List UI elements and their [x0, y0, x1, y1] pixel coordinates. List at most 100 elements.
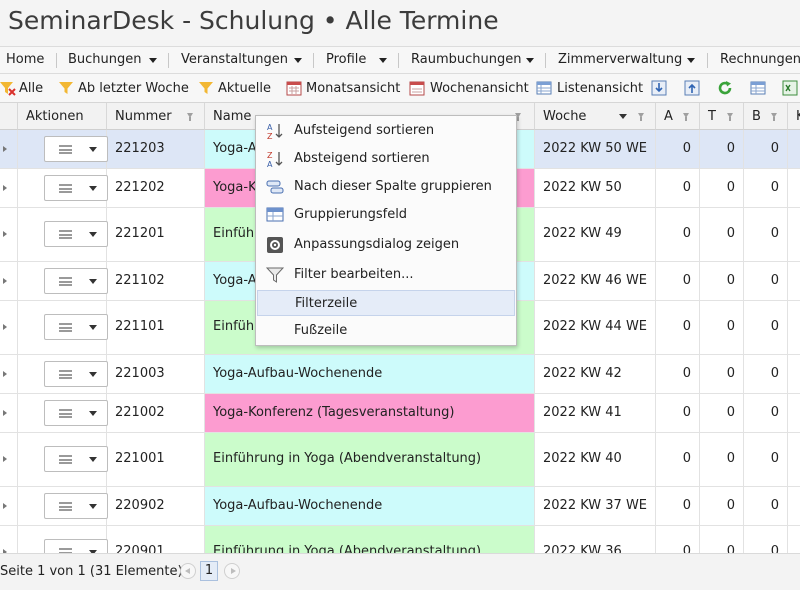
nummer-cell[interactable]: 221102 [107, 262, 205, 300]
a-cell[interactable]: 0 [656, 169, 700, 207]
name-cell[interactable]: Yoga-Konferenz (Tagesveranstaltung) [205, 394, 535, 432]
menu-item-sort-ascending[interactable]: A Z Aufsteigend sortieren [257, 118, 515, 144]
nummer-cell[interactable]: 221101 [107, 301, 205, 354]
nummer-cell[interactable]: 221201 [107, 208, 205, 261]
a-cell[interactable]: 0 [656, 433, 700, 486]
b-cell[interactable]: 0 [744, 169, 788, 207]
menu-item-edit-filter[interactable]: Filter bearbeiten... [257, 262, 515, 288]
t-cell[interactable]: 0 [700, 208, 744, 261]
expand-arrow-icon[interactable] [3, 503, 7, 509]
a-cell[interactable]: 0 [656, 487, 700, 525]
b-cell[interactable]: 0 [744, 208, 788, 261]
menu-buchungen[interactable]: Buchungen [68, 47, 142, 73]
column-filter-icon[interactable] [638, 113, 644, 121]
k-cell[interactable] [788, 526, 800, 553]
b-cell[interactable]: 0 [744, 433, 788, 486]
menu-rechnungen[interactable]: Rechnungen [720, 47, 800, 73]
menu-item-group-by-column[interactable]: Nach dieser Spalte gruppieren [257, 174, 515, 200]
t-cell[interactable]: 0 [700, 394, 744, 432]
menu-home[interactable]: Home [6, 47, 44, 73]
a-cell[interactable]: 0 [656, 394, 700, 432]
b-cell[interactable]: 0 [744, 526, 788, 553]
week-view-button[interactable]: Wochenansicht [409, 74, 529, 102]
k-cell[interactable] [788, 208, 800, 261]
woche-cell[interactable]: 2022 KW 44 WE [535, 301, 656, 354]
filter-all-button[interactable]: Alle [0, 74, 48, 102]
column-filter-icon[interactable] [683, 113, 689, 121]
table-row[interactable]: 220901 Einführung in Yoga (Abendveransta… [0, 526, 800, 553]
expand-arrow-icon[interactable] [3, 185, 7, 191]
t-cell[interactable]: 0 [700, 169, 744, 207]
t-cell[interactable]: 0 [700, 526, 744, 553]
header-aktionen[interactable]: Aktionen [18, 103, 107, 130]
column-filter-icon[interactable] [771, 113, 777, 121]
menu-profile[interactable]: Profile [326, 47, 366, 73]
column-filter-icon[interactable] [727, 113, 733, 121]
a-cell[interactable]: 0 [656, 130, 700, 168]
refresh-icon[interactable] [717, 80, 733, 96]
column-filter-icon[interactable] [187, 113, 193, 121]
b-cell[interactable]: 0 [744, 262, 788, 300]
month-view-button[interactable]: Monatsansicht [286, 74, 400, 102]
woche-cell[interactable]: 2022 KW 50 WE [535, 130, 656, 168]
k-cell[interactable] [788, 262, 800, 300]
b-cell[interactable]: 0 [744, 355, 788, 393]
t-cell[interactable]: 0 [700, 130, 744, 168]
t-cell[interactable]: 0 [700, 355, 744, 393]
woche-cell[interactable]: 2022 KW 49 [535, 208, 656, 261]
header-k[interactable]: K [788, 103, 800, 130]
menu-item-sort-descending[interactable]: Z A Absteigend sortieren [257, 146, 515, 172]
header-nummer[interactable]: Nummer [107, 103, 205, 130]
header-a[interactable]: A [656, 103, 700, 130]
a-cell[interactable]: 0 [656, 526, 700, 553]
list-view-button[interactable]: Listenansicht [536, 74, 643, 102]
woche-cell[interactable]: 2022 KW 46 WE [535, 262, 656, 300]
t-cell[interactable]: 0 [700, 487, 744, 525]
woche-cell[interactable]: 2022 KW 50 [535, 169, 656, 207]
table-row[interactable]: 221001 Einführung in Yoga (Abendveransta… [0, 433, 800, 487]
b-cell[interactable]: 0 [744, 394, 788, 432]
menu-raumbuchungen-chevron-down-icon[interactable] [526, 58, 534, 63]
woche-cell[interactable]: 2022 KW 42 [535, 355, 656, 393]
row-actions-dropdown[interactable] [44, 539, 108, 553]
woche-cell[interactable]: 2022 KW 36 [535, 526, 656, 553]
nummer-cell[interactable]: 221001 [107, 433, 205, 486]
row-actions-dropdown[interactable] [44, 361, 108, 387]
row-actions-dropdown[interactable] [44, 175, 108, 201]
woche-cell[interactable]: 2022 KW 40 [535, 433, 656, 486]
k-cell[interactable] [788, 433, 800, 486]
a-cell[interactable]: 0 [656, 301, 700, 354]
k-cell[interactable] [788, 130, 800, 168]
expand-arrow-icon[interactable] [3, 278, 7, 284]
header-woche[interactable]: Woche [535, 103, 656, 130]
header-b[interactable]: B [744, 103, 788, 130]
name-cell[interactable]: Yoga-Aufbau-Wochenende [205, 487, 535, 525]
menu-item-filter-row[interactable]: Filterzeile [257, 290, 515, 316]
nummer-cell[interactable]: 221203 [107, 130, 205, 168]
menu-item-customize-dialog[interactable]: Anpassungsdialog zeigen [257, 232, 515, 258]
menu-profile-chevron-down-icon[interactable] [379, 58, 387, 63]
menu-zimmerverwaltung[interactable]: Zimmerverwaltung [558, 47, 682, 73]
row-actions-dropdown[interactable] [44, 221, 108, 247]
row-actions-dropdown[interactable] [44, 136, 108, 162]
row-actions-dropdown[interactable] [44, 268, 108, 294]
filter-current-button[interactable]: Aktuelle [198, 74, 274, 102]
b-cell[interactable]: 0 [744, 301, 788, 354]
excel-export-icon[interactable] [782, 80, 798, 96]
woche-cell[interactable]: 2022 KW 37 WE [535, 487, 656, 525]
t-cell[interactable]: 0 [700, 433, 744, 486]
k-cell[interactable] [788, 301, 800, 354]
table-settings-icon[interactable] [750, 80, 766, 96]
header-t[interactable]: T [700, 103, 744, 130]
pager-page-1[interactable]: 1 [200, 561, 218, 581]
a-cell[interactable]: 0 [656, 355, 700, 393]
expand-arrow-icon[interactable] [3, 456, 7, 462]
nummer-cell[interactable]: 220902 [107, 487, 205, 525]
menu-buchungen-chevron-down-icon[interactable] [149, 58, 157, 63]
k-cell[interactable] [788, 355, 800, 393]
woche-cell[interactable]: 2022 KW 41 [535, 394, 656, 432]
k-cell[interactable] [788, 169, 800, 207]
expand-arrow-icon[interactable] [3, 146, 7, 152]
menu-zimmerverwaltung-chevron-down-icon[interactable] [687, 58, 695, 63]
export-up-icon[interactable] [684, 80, 700, 96]
